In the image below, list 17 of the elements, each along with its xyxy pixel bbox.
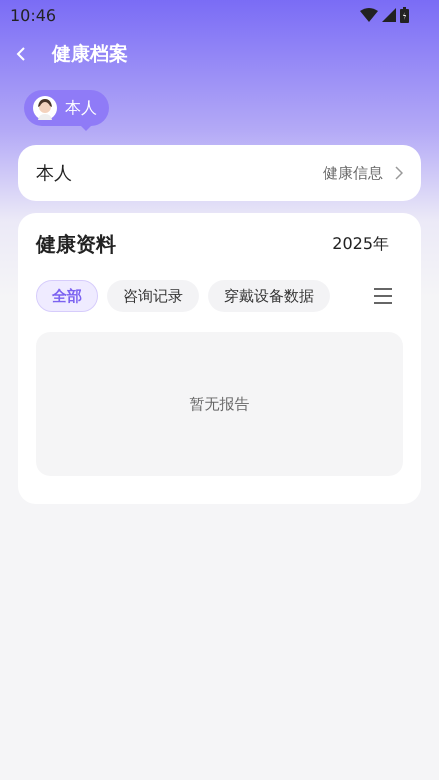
chevron-right-icon <box>395 166 403 180</box>
empty-message: 暂无报告 <box>190 394 250 414</box>
filter-tab[interactable]: 咨询记录 <box>107 280 199 312</box>
status-time: 10:46 <box>10 6 56 24</box>
year-selector[interactable]: 2025年 <box>332 234 389 255</box>
page-title: 健康档案 <box>52 42 128 67</box>
filter-tab[interactable]: 穿戴设备数据 <box>208 280 330 312</box>
member-card[interactable]: 本人 健康信息 <box>18 145 421 201</box>
battery-icon <box>400 7 409 23</box>
section-title: 健康资料 <box>36 231 116 258</box>
wifi-icon <box>360 8 378 22</box>
filter-tab[interactable]: 全部 <box>36 280 98 312</box>
avatar-icon <box>33 96 57 120</box>
health-info-link[interactable]: 健康信息 <box>323 164 383 182</box>
member-name: 本人 <box>36 162 73 185</box>
signal-icon <box>382 8 396 22</box>
menu-icon[interactable] <box>373 288 393 304</box>
